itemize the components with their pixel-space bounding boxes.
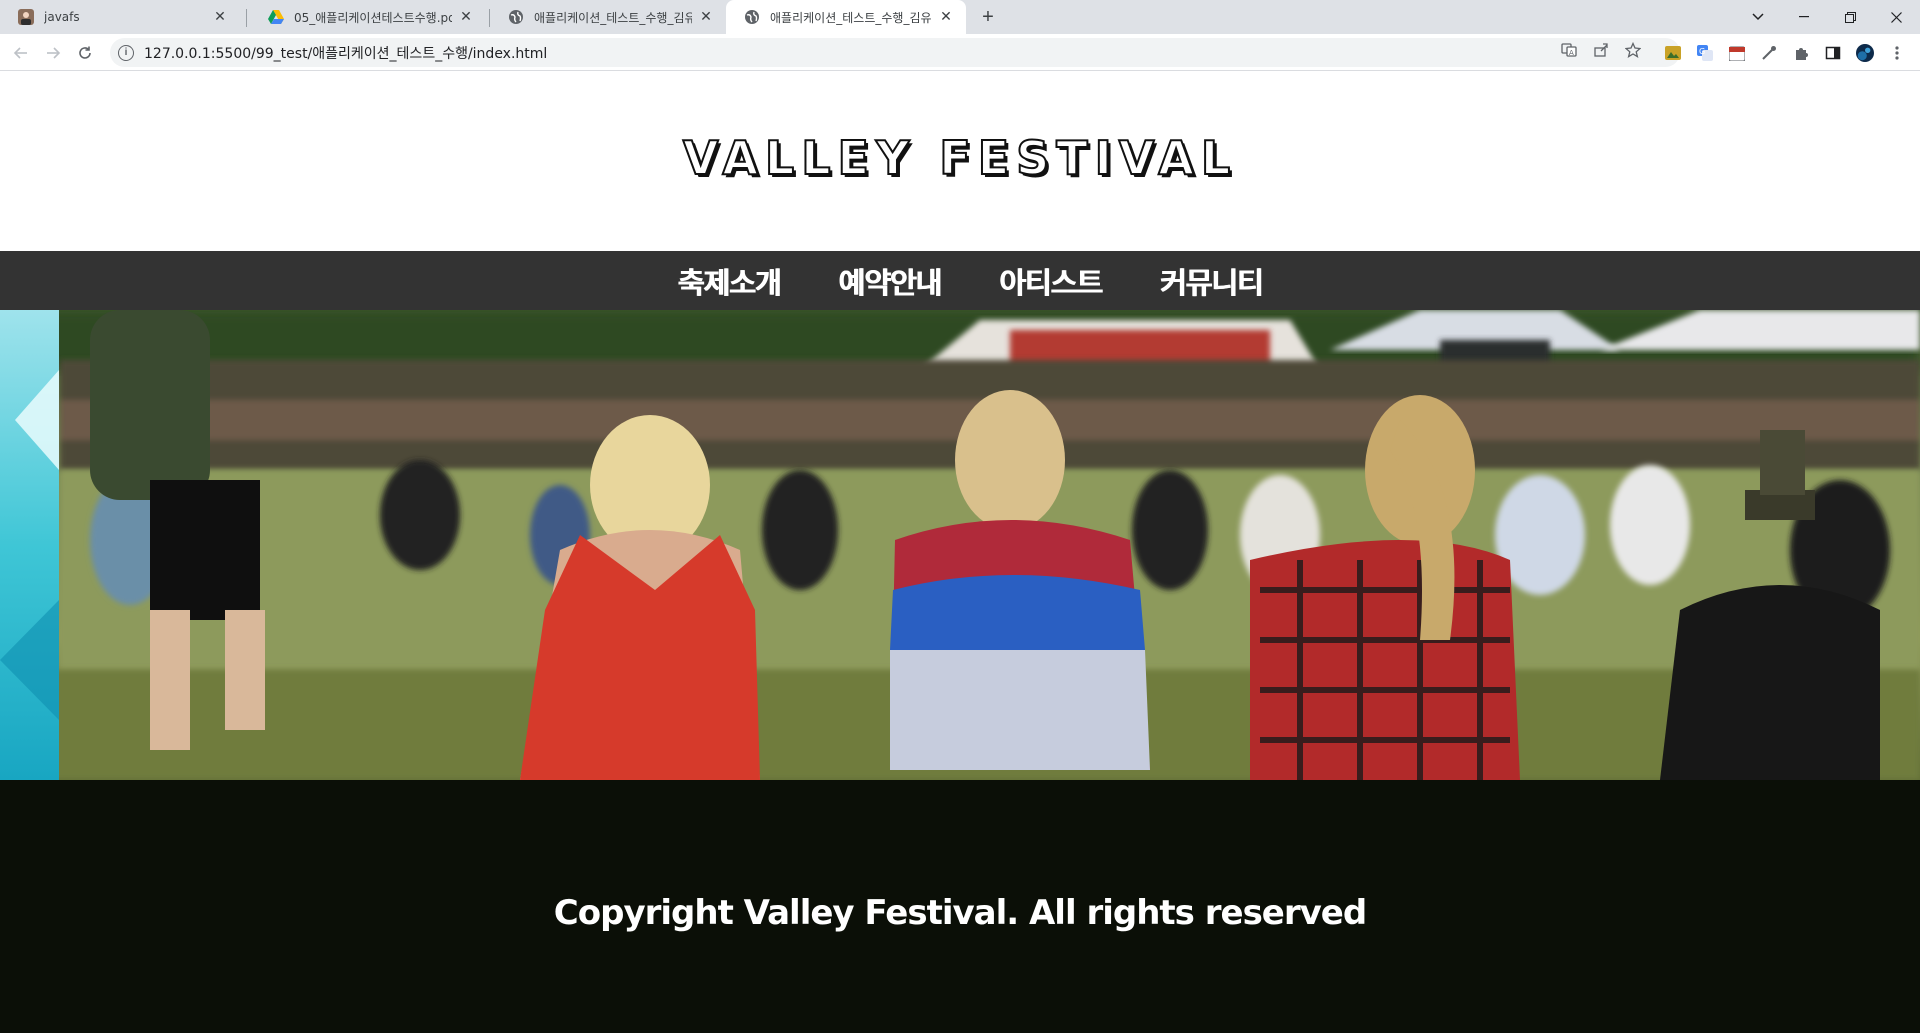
puzzle-extensions-icon[interactable]: [1792, 44, 1810, 62]
minimize-icon[interactable]: [1781, 0, 1827, 34]
close-icon[interactable]: ✕: [938, 9, 954, 25]
translate-icon[interactable]: A: [1560, 41, 1578, 59]
user-avatar-icon: [18, 9, 34, 25]
google-drive-icon: [268, 9, 284, 25]
hero-slider-image: [0, 310, 1920, 780]
tab-title: 애플리케이션_테스트_수행_김유: [770, 10, 932, 25]
copyright-text: Copyright Valley Festival. All rights re…: [553, 893, 1367, 933]
browser-tab-1[interactable]: javafs ✕: [0, 0, 240, 34]
share-icon[interactable]: [1592, 41, 1610, 59]
browser-tab-3[interactable]: 애플리케이션_테스트_수행_김유 ✕: [490, 0, 726, 34]
web-page: VALLEY FESTIVAL 축제소개 예약안내 아티스트 커뮤니티 Copy…: [0, 71, 1920, 1033]
site-footer: Copyright Valley Festival. All rights re…: [0, 780, 1920, 1033]
browser-tab-strip: javafs ✕ 05_애플리케이션테스트수행.pdf ✕ 애플리케이션_테스트…: [0, 0, 1920, 34]
restore-icon[interactable]: [1827, 0, 1873, 34]
eyedropper-icon[interactable]: [1760, 44, 1778, 62]
back-arrow-icon[interactable]: [8, 40, 34, 66]
close-icon[interactable]: ✕: [698, 9, 714, 25]
tab-title: javafs: [44, 10, 80, 24]
browser-tab-2[interactable]: 05_애플리케이션테스트수행.pdf ✕: [250, 0, 486, 34]
kebab-menu-icon[interactable]: [1888, 44, 1906, 62]
nav-item-festival-intro[interactable]: 축제소개: [678, 260, 782, 302]
close-icon[interactable]: ✕: [212, 9, 228, 25]
address-bar[interactable]: i 127.0.0.1:5500/99_test/애플리케이션_테스트_수행/i…: [110, 38, 1680, 67]
svg-text:G: G: [1699, 47, 1705, 56]
new-tab-button[interactable]: +: [976, 5, 1000, 29]
browser-tab-4-active[interactable]: 애플리케이션_테스트_수행_김유 ✕: [726, 0, 966, 34]
site-info-icon[interactable]: i: [118, 44, 134, 61]
site-header: VALLEY FESTIVAL: [0, 71, 1920, 251]
translate-extension-icon[interactable]: G: [1696, 44, 1714, 62]
globe-icon: [744, 9, 760, 25]
side-panel-icon[interactable]: [1824, 44, 1842, 62]
nav-item-reservation[interactable]: 예약안내: [838, 260, 942, 302]
close-icon[interactable]: ✕: [458, 9, 474, 25]
nav-item-community[interactable]: 커뮤니티: [1160, 260, 1264, 302]
bookmark-star-icon[interactable]: [1624, 41, 1642, 59]
address-url[interactable]: 127.0.0.1:5500/99_test/애플리케이션_테스트_수행/ind…: [144, 43, 547, 63]
profile-avatar[interactable]: [1856, 44, 1874, 62]
tab-search-chevron-icon[interactable]: [1735, 0, 1781, 34]
forward-arrow-icon[interactable]: [40, 40, 66, 66]
site-logo[interactable]: VALLEY FESTIVAL: [0, 130, 1920, 186]
festival-crowd-photo: [0, 310, 1920, 780]
main-navigation: 축제소개 예약안내 아티스트 커뮤니티: [0, 251, 1920, 310]
browser-toolbar: i 127.0.0.1:5500/99_test/애플리케이션_테스트_수행/i…: [0, 34, 1920, 71]
calendar-extension-icon[interactable]: [1728, 44, 1746, 62]
nav-item-artists[interactable]: 아티스트: [999, 260, 1103, 302]
tab-title: 애플리케이션_테스트_수행_김유: [534, 10, 692, 25]
tab-separator: [246, 9, 247, 27]
close-window-icon[interactable]: [1873, 0, 1919, 34]
tab-title: 05_애플리케이션테스트수행.pdf: [294, 10, 452, 25]
svg-text:A: A: [1569, 49, 1574, 57]
image-extension-icon[interactable]: [1664, 44, 1682, 62]
reload-icon[interactable]: [72, 40, 98, 66]
globe-icon: [508, 9, 524, 25]
